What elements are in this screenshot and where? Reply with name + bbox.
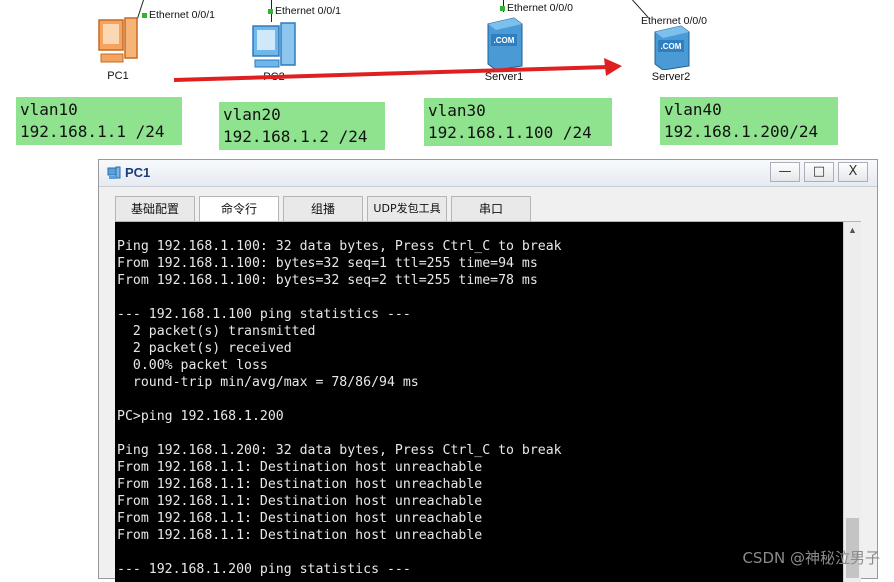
console-line: --- 192.168.1.100 ping statistics --- — [117, 307, 411, 322]
scroll-up-icon[interactable]: ▲ — [846, 224, 859, 237]
vlan-ip: 192.168.1.2 /24 — [223, 127, 368, 146]
pc-icon — [98, 17, 138, 63]
minimize-button[interactable]: — — [770, 162, 800, 182]
console-line: 2 packet(s) transmitted — [117, 324, 316, 339]
device-name: Server2 — [651, 71, 691, 83]
server-icon: .COM — [654, 25, 690, 71]
vlan-id: vlan40 — [664, 100, 722, 119]
tab-serial[interactable]: 串口 — [451, 196, 531, 222]
console-line: --- 192.168.1.200 ping statistics --- — [117, 562, 411, 577]
server-badge: .COM — [661, 42, 682, 51]
console-line: From 192.168.1.100: bytes=32 seq=2 ttl=2… — [117, 273, 538, 288]
device-server2[interactable]: .COM Server2 — [641, 24, 701, 83]
vlan-ip: 192.168.1.100 /24 — [428, 123, 592, 142]
console-line: From 192.168.1.1: Destination host unrea… — [117, 460, 483, 475]
title-bar[interactable]: PC1 — □ X — [99, 160, 877, 187]
console-output: Ping 192.168.1.100: 32 data bytes, Press… — [115, 222, 843, 578]
console-scrollbar[interactable]: ▲ — [843, 222, 861, 582]
device-name: PC1 — [107, 70, 129, 82]
console-line: From 192.168.1.1: Destination host unrea… — [117, 528, 483, 543]
console-line: From 192.168.1.1: Destination host unrea… — [117, 494, 483, 509]
console-line: PC>ping 192.168.1.200 — [117, 409, 284, 424]
pc1-window: PC1 — □ X 基础配置 命令行 组播 UDP发包工具 串口 Ping 19… — [98, 159, 878, 582]
tab-basic-config[interactable]: 基础配置 — [115, 196, 195, 222]
device-pc1[interactable]: PC1 — [88, 16, 148, 82]
console-line: From 192.168.1.1: Destination host unrea… — [117, 511, 483, 526]
port-status-icon — [268, 8, 273, 14]
console-line: From 192.168.1.1: Destination host unrea… — [117, 477, 483, 492]
command-console[interactable]: Ping 192.168.1.100: 32 data bytes, Press… — [115, 222, 843, 582]
vlan-box-server2: vlan40 192.168.1.200/24 — [660, 97, 838, 145]
vlan-box-server1: vlan30 192.168.1.100 /24 — [424, 98, 612, 146]
vlan-id: vlan30 — [428, 101, 486, 120]
window-title: PC1 — [125, 165, 151, 180]
vlan-box-pc1: vlan10 192.168.1.1 /24 — [16, 97, 182, 145]
console-line: 0.00% packet loss — [117, 358, 268, 373]
close-button[interactable]: X — [838, 162, 868, 182]
console-line: Ping 192.168.1.100: 32 data bytes, Press… — [117, 239, 562, 254]
tab-command-line[interactable]: 命令行 — [199, 196, 279, 222]
vlan-id: vlan20 — [223, 105, 281, 124]
tab-multicast[interactable]: 组播 — [283, 196, 363, 222]
console-line: From 192.168.1.100: bytes=32 seq=1 ttl=2… — [117, 256, 538, 271]
port-label-pc2: Ethernet 0/0/1 — [268, 5, 341, 17]
console-line: 2 packet(s) received — [117, 341, 292, 356]
vlan-id: vlan10 — [20, 100, 78, 119]
console-line: Ping 192.168.1.200: 32 data bytes, Press… — [117, 443, 562, 458]
watermark: CSDN @神秘泣男子 — [742, 549, 880, 567]
port-status-icon — [500, 5, 505, 11]
console-line: round-trip min/avg/max = 78/86/94 ms — [117, 375, 419, 390]
vlan-box-pc2: vlan20 192.168.1.2 /24 — [219, 102, 385, 150]
app-icon — [107, 166, 121, 179]
server-badge: .COM — [494, 36, 515, 45]
vlan-ip: 192.168.1.200/24 — [664, 122, 819, 141]
vlan-ip: 192.168.1.1 /24 — [20, 122, 165, 141]
port-label-pc1: Ethernet 0/0/1 — [142, 9, 215, 21]
port-label-server1: Ethernet 0/0/0 — [500, 2, 573, 14]
maximize-button[interactable]: □ — [804, 162, 834, 182]
tab-udp-tool[interactable]: UDP发包工具 — [367, 196, 447, 222]
ping-arrow — [173, 58, 622, 82]
